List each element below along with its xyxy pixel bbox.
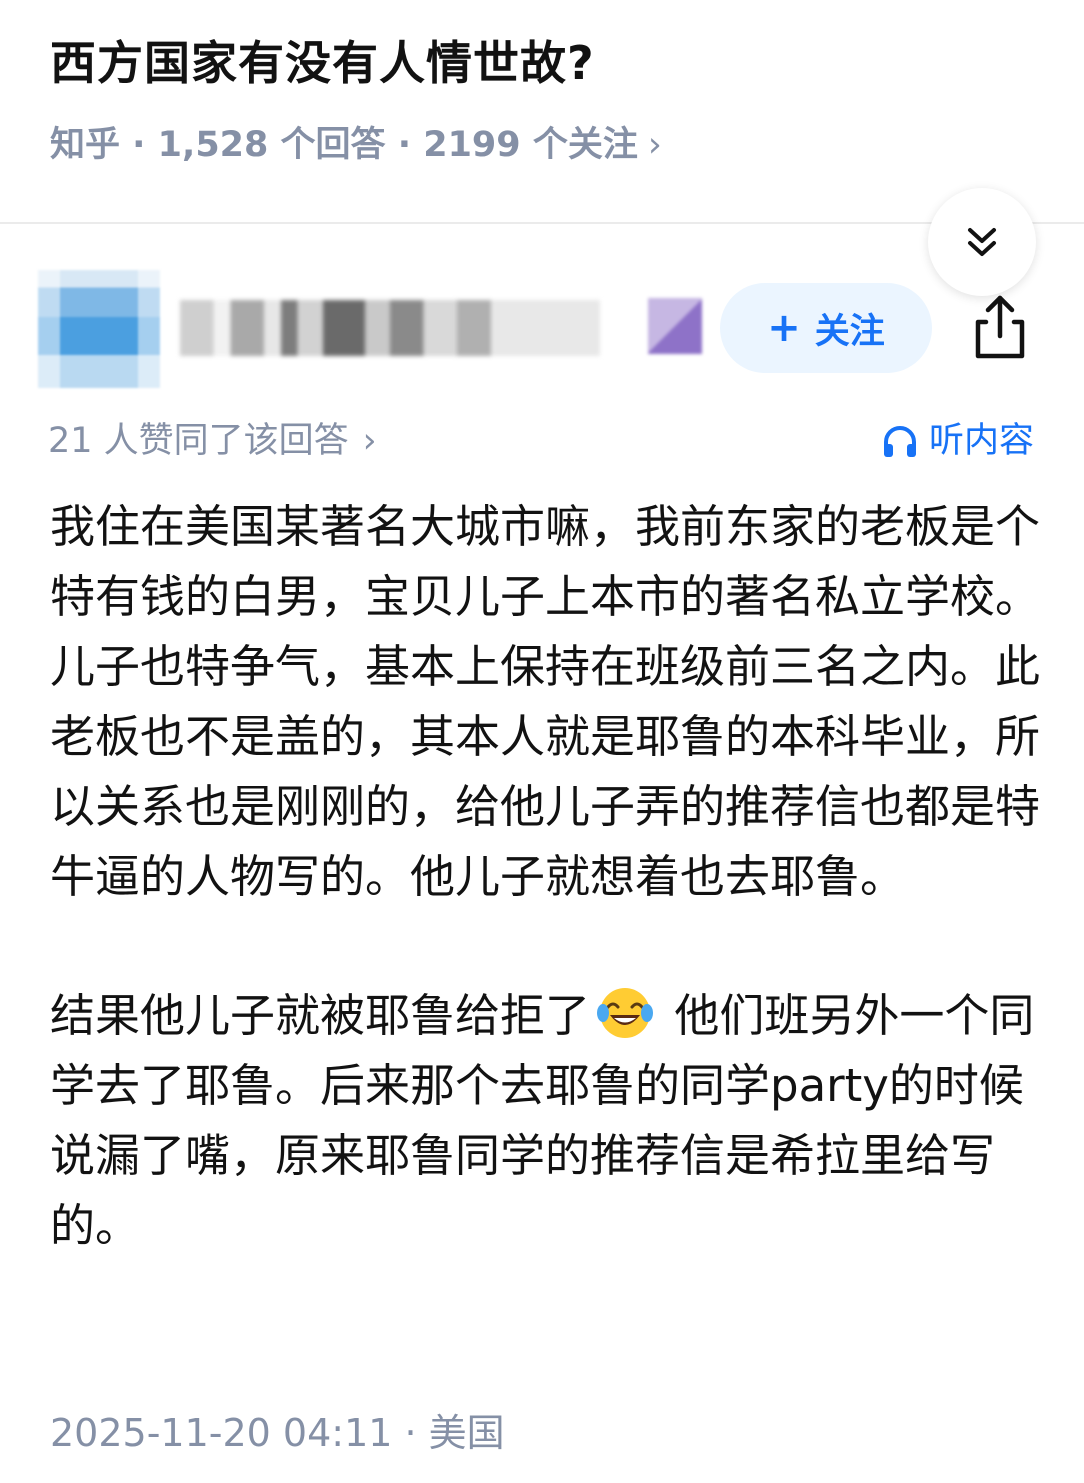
headphones-icon [883,426,916,457]
vote-count[interactable]: 21 人赞同了该回答 › [48,418,377,464]
laughing-tears-emoji-icon [597,988,654,1038]
chevron-right-icon: › [362,421,377,461]
answer-page: 西方国家有没有人情世故? 知乎 · 1,528 个回答 · 2199 个关注 › … [0,0,1084,1483]
listen-button[interactable]: 听内容 [881,418,1034,464]
answer-text: 结果他儿子就被耶鲁给拒了 [50,989,591,1042]
follow-button[interactable]: + 关注 [720,283,932,373]
divider [0,222,1084,224]
author-badge-icon [648,298,702,354]
vote-count-text: 21 人赞同了该回答 [48,421,349,461]
question-meta-text: 知乎 · 1,528 个回答 · 2199 个关注 [50,125,638,165]
chevron-right-icon: › [647,125,662,165]
plus-icon: + [767,305,801,351]
avatar[interactable] [38,270,160,388]
answer-paragraph: 结果他儿子就被耶鲁给拒了 他们班另外一个同学去了耶鲁。后来那个去耶鲁的同学par… [50,981,1040,1261]
answer-content: 我住在美国某著名大城市嘛，我前东家的老板是个特有钱的白男，宝贝儿子上本市的著名私… [50,492,1040,1261]
share-icon[interactable] [968,292,1032,364]
question-title[interactable]: 西方国家有没有人情世故? [50,28,595,98]
answer-footer: 2025-11-20 04:11 · 美国 [50,1411,505,1455]
author-row: + 关注 [0,250,1084,400]
question-meta[interactable]: 知乎 · 1,528 个回答 · 2199 个关注 › [50,120,662,170]
author-name-blurred[interactable] [180,300,600,356]
answer-paragraph: 我住在美国某著名大城市嘛，我前东家的老板是个特有钱的白男，宝贝儿子上本市的著名私… [50,500,1041,903]
listen-label: 听内容 [928,421,1034,461]
follow-label: 关注 [814,311,885,352]
